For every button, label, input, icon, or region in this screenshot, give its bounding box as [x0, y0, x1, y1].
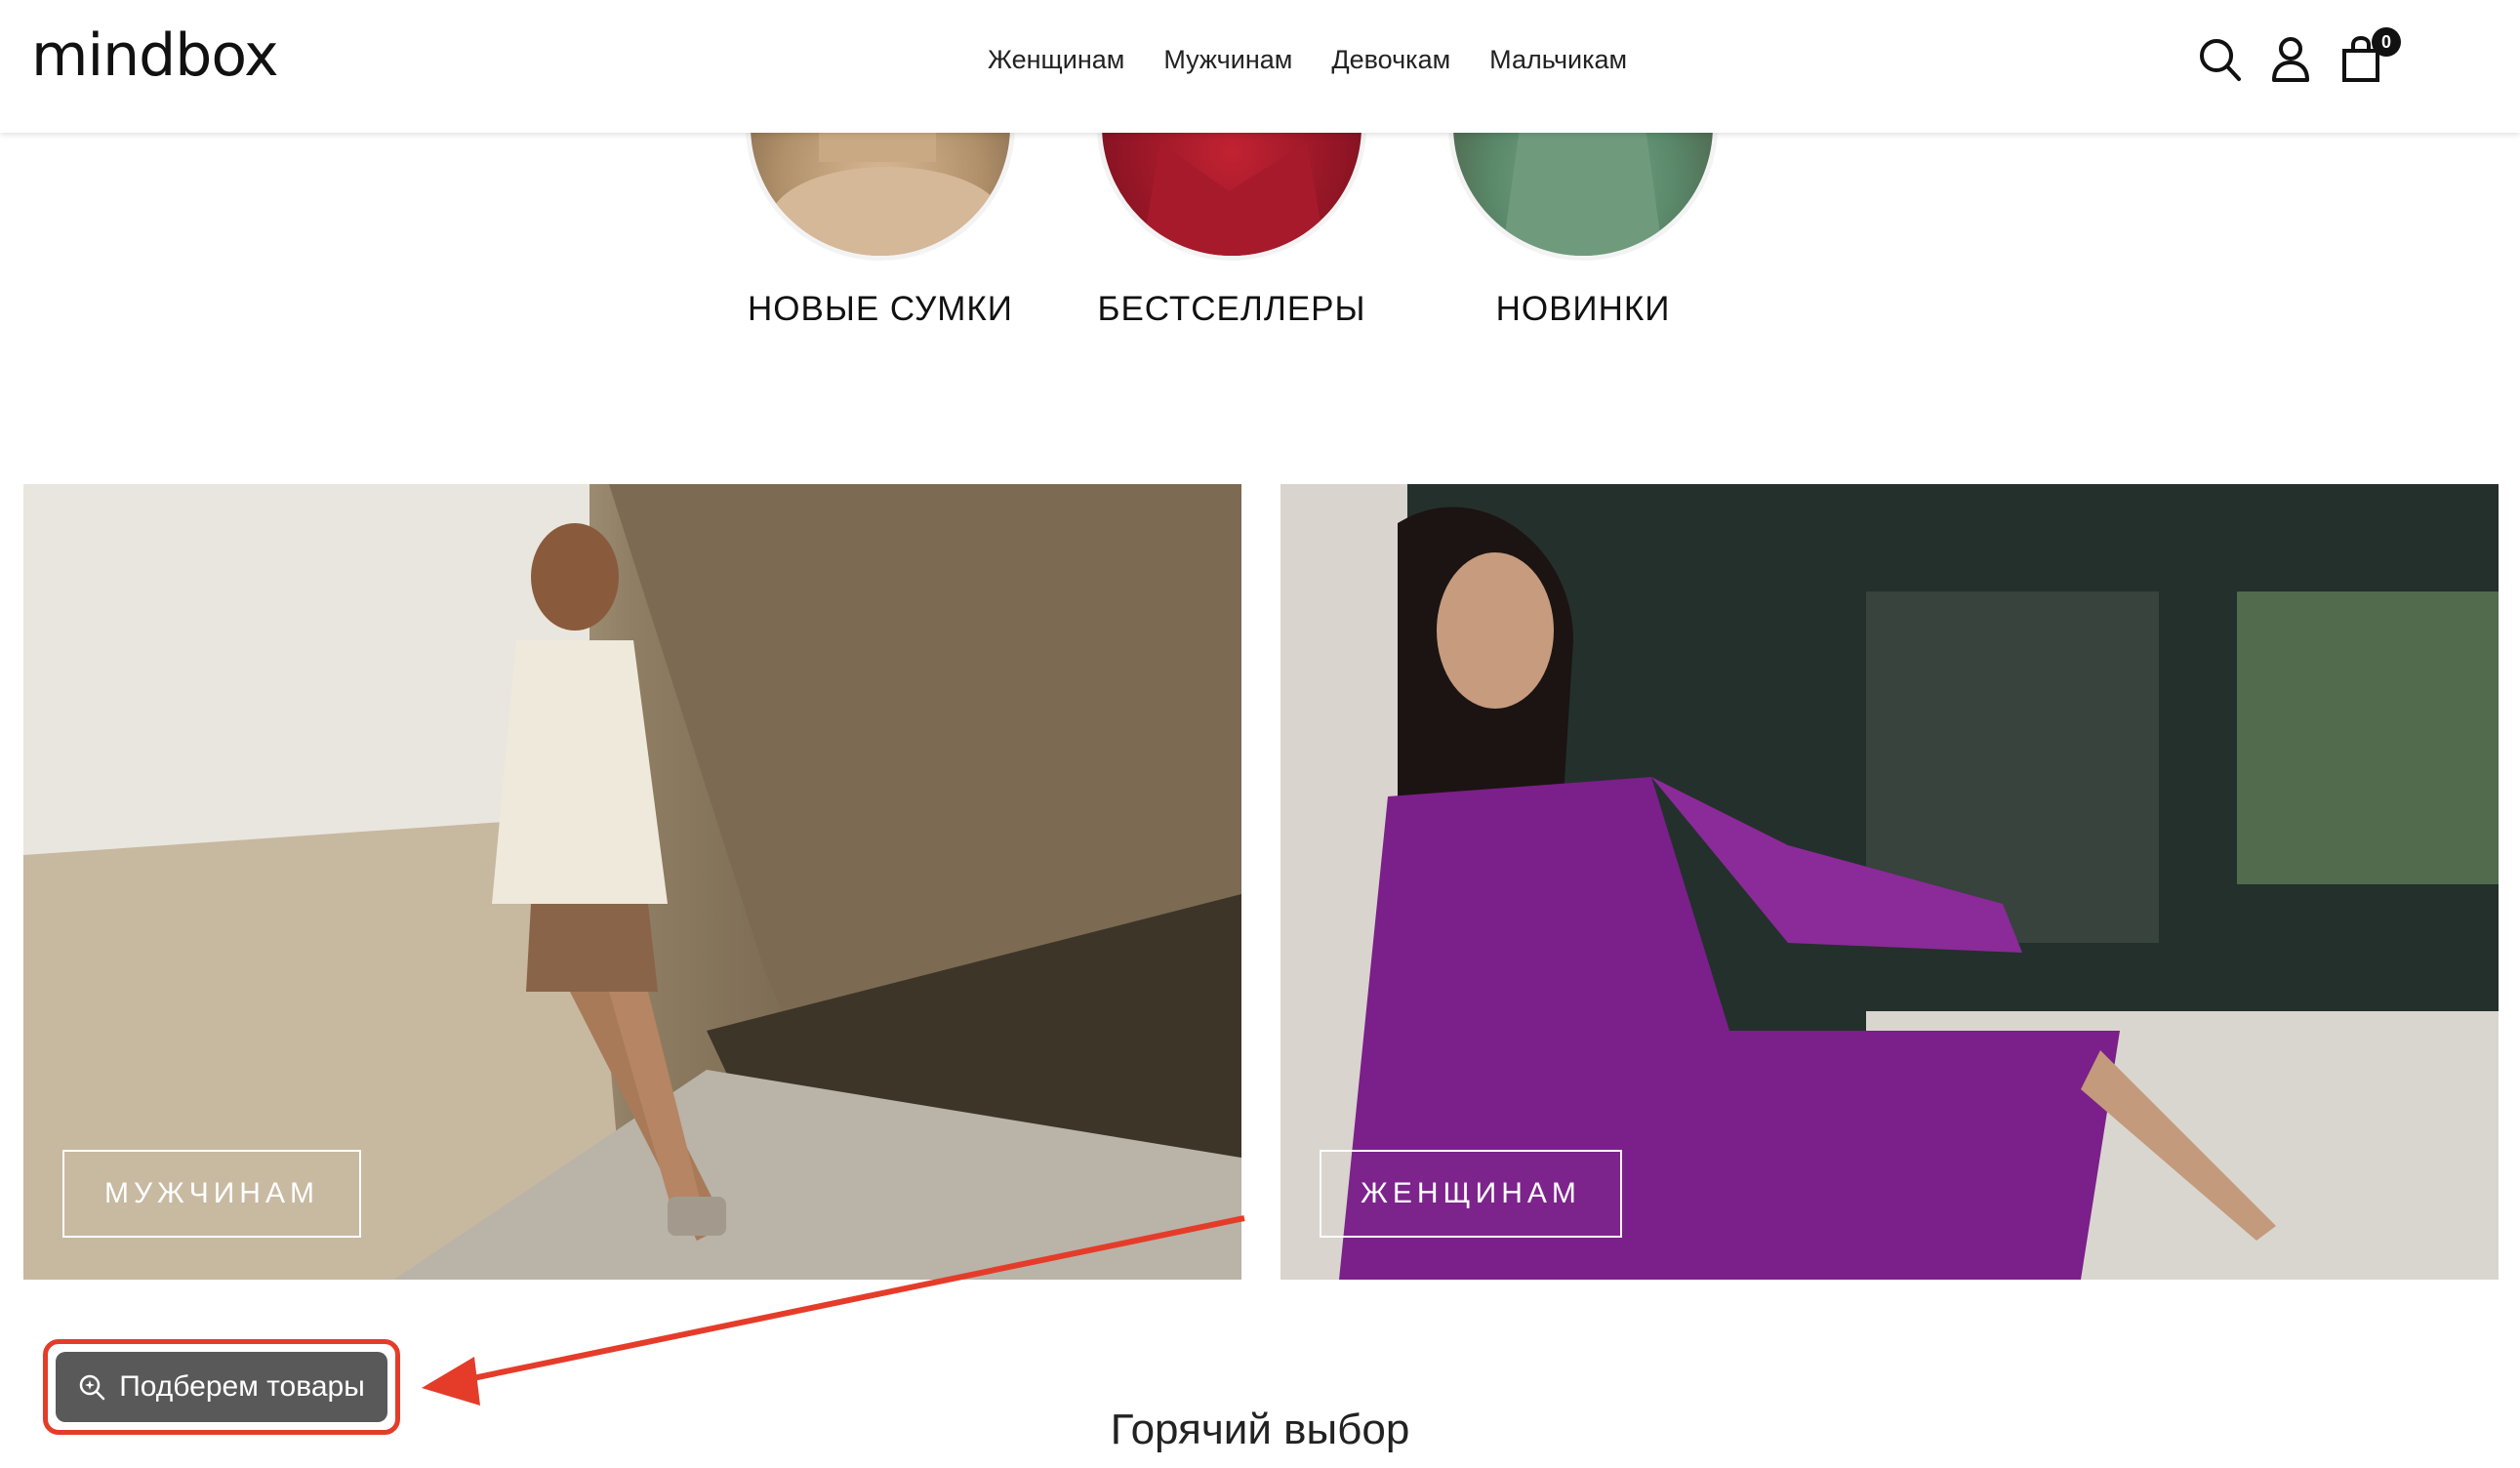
site-header: mindbox Женщинам Мужчинам Девочкам Мальч…	[0, 0, 2520, 133]
sparkle-search-icon	[79, 1374, 105, 1401]
women-banner[interactable]: ЖЕНЩИНАМ	[1280, 484, 2499, 1280]
main-nav: Женщинам Мужчинам Девочкам Мальчикам	[988, 45, 1627, 75]
men-banner[interactable]: МУЖЧИНАМ	[23, 484, 1241, 1280]
nav-item-boys[interactable]: Мальчикам	[1489, 45, 1627, 75]
category-label: НОВИНКИ	[1495, 290, 1671, 328]
nav-item-girls[interactable]: Девочкам	[1331, 45, 1450, 75]
men-banner-button[interactable]: МУЖЧИНАМ	[62, 1150, 361, 1238]
women-banner-button[interactable]: ЖЕНЩИНАМ	[1320, 1150, 1622, 1238]
product-picker-label: Подберем товары	[119, 1370, 365, 1403]
cart-icon[interactable]: 0	[2338, 27, 2401, 84]
nav-item-men[interactable]: Мужчинам	[1163, 45, 1292, 75]
section-title: Горячий выбор	[1110, 1406, 1410, 1453]
search-icon[interactable]	[2198, 35, 2243, 84]
category-label: НОВЫЕ СУМКИ	[748, 290, 1013, 328]
nav-item-women[interactable]: Женщинам	[988, 45, 1124, 75]
category-label: БЕСТСЕЛЛЕРЫ	[1097, 290, 1366, 328]
logo[interactable]: mindbox	[31, 21, 279, 90]
header-actions: 0	[2198, 27, 2401, 84]
cart-count-badge: 0	[2372, 27, 2401, 57]
user-icon[interactable]	[2268, 35, 2313, 84]
